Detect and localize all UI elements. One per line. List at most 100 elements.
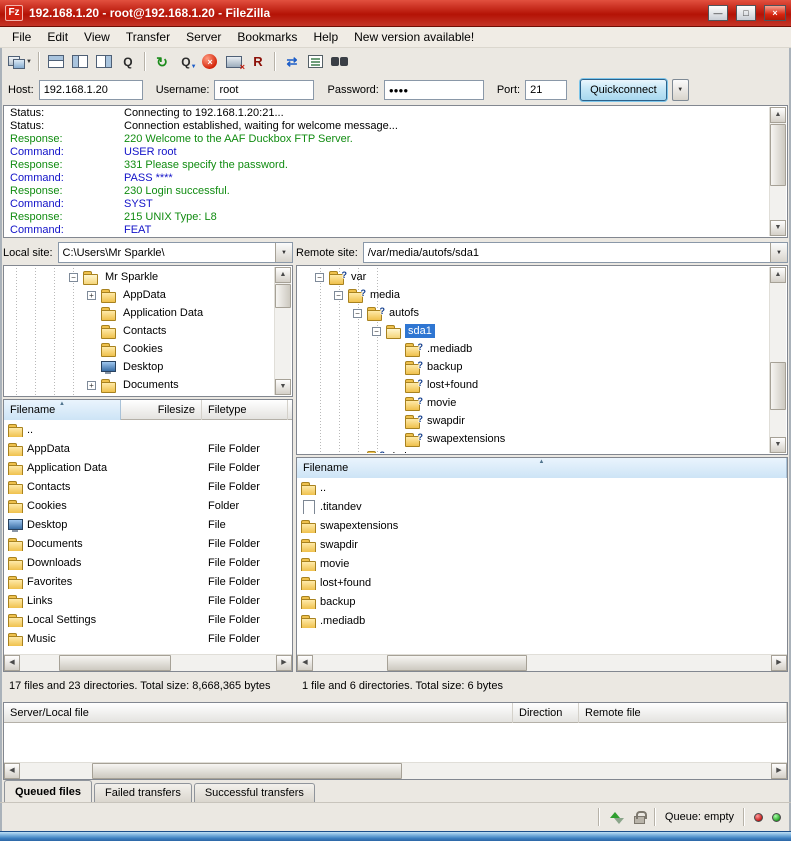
file-row-swapextensions[interactable]: swapextensions [297,516,787,535]
scroll-left-button[interactable]: ◀ [4,763,20,779]
scroll-thumb[interactable] [770,124,786,186]
collapse-icon[interactable]: − [353,309,362,318]
menu-item-file[interactable]: File [4,28,39,46]
file-row-cookies[interactable]: CookiesFolder [4,496,292,515]
username-input[interactable] [214,80,314,100]
maximize-button[interactable]: □ [736,5,756,21]
tree-item-backup[interactable]: ? backup [298,358,769,376]
tab-successful-transfers[interactable]: Successful transfers [194,783,315,802]
scroll-left-button[interactable]: ◀ [4,655,20,671]
scroll-down-button[interactable]: ▼ [275,379,291,395]
file-row-downloads[interactable]: DownloadsFile Folder [4,553,292,572]
file-row-contacts[interactable]: ContactsFile Folder [4,477,292,496]
file-row-documents[interactable]: DocumentsFile Folder [4,534,292,553]
speed-limit-icon[interactable] [609,811,625,824]
tree-item-lost-found[interactable]: ? lost+found [298,376,769,394]
file-row-desktop[interactable]: DesktopFile [4,515,292,534]
scroll-up-button[interactable]: ▲ [275,267,291,283]
tree-item-sda1[interactable]: − sda1 [298,322,769,340]
site-manager-button[interactable]: ▼ [6,50,34,73]
cancel-operation-button[interactable]: × [198,50,222,73]
tree-item-downloads[interactable]: Downloads [5,394,274,395]
scroll-right-button[interactable]: ▶ [276,655,292,671]
scroll-right-button[interactable]: ▶ [771,655,787,671]
scroll-down-button[interactable]: ▼ [770,437,786,453]
column-header-filename[interactable]: Filename ▲ [297,458,787,478]
message-log-toggle-button[interactable] [44,50,68,73]
tree-item-swapextensions[interactable]: ? swapextensions [298,430,769,448]
local-tree-toggle-button[interactable] [68,50,92,73]
host-input[interactable] [39,80,143,100]
tree-item-autofs[interactable]: − ? autofs [298,304,769,322]
file-row-appdata[interactable]: AppDataFile Folder [4,439,292,458]
menu-item-help[interactable]: Help [305,28,346,46]
scroll-thumb[interactable] [387,655,527,671]
column-header-server-local-file[interactable]: Server/Local file [4,703,513,723]
remote-site-dropdown-button[interactable]: ▼ [770,243,787,262]
tree-item-application-data[interactable]: Application Data [5,304,274,322]
expand-icon[interactable]: + [87,291,96,300]
tree-item-desktop[interactable]: Desktop [5,358,274,376]
refresh-button[interactable]: ↻ [150,50,174,73]
menu-item-new-version[interactable]: New version available! [346,28,482,46]
file-row-music[interactable]: MusicFile Folder [4,629,292,648]
collapse-icon[interactable]: − [372,327,381,336]
file-row-titandev[interactable]: .titandev [297,497,787,516]
collapse-icon[interactable]: − [334,291,343,300]
quickconnect-dropdown-button[interactable]: ▼ [672,79,689,101]
log-scrollbar[interactable]: ▲ ▼ [769,107,786,236]
file-row-application-data[interactable]: Application DataFile Folder [4,458,292,477]
find-files-button[interactable] [328,50,352,73]
queue-view-toggle-button[interactable]: Q [116,50,140,73]
compare-directories-button[interactable]: ⇄ [280,50,304,73]
scroll-down-button[interactable]: ▼ [770,220,786,236]
quickconnect-button[interactable]: Quickconnect [580,79,667,101]
scroll-up-button[interactable]: ▲ [770,267,786,283]
tree-item-movie[interactable]: ? movie [298,394,769,412]
minimize-button[interactable]: — [708,5,728,21]
file-row-mediadb[interactable]: .mediadb [297,611,787,630]
menu-item-transfer[interactable]: Transfer [118,28,178,46]
tree-item-documents[interactable]: + Documents [5,376,274,394]
menu-item-view[interactable]: View [76,28,118,46]
collapse-icon[interactable]: − [315,273,324,282]
file-row-lost-found[interactable]: lost+found [297,573,787,592]
scroll-left-button[interactable]: ◀ [297,655,313,671]
remote-tree-scrollbar[interactable]: ▲ ▼ [769,267,786,453]
process-queue-button[interactable]: Q▼ [174,50,198,73]
tree-item-mediadb[interactable]: ? .mediadb [298,340,769,358]
tree-item-var[interactable]: − ? var [298,268,769,286]
local-site-dropdown-button[interactable]: ▼ [275,243,292,262]
file-row-favorites[interactable]: FavoritesFile Folder [4,572,292,591]
queue-hscrollbar[interactable]: ◀ ▶ [4,762,787,779]
menu-item-edit[interactable]: Edit [39,28,76,46]
scroll-right-button[interactable]: ▶ [771,763,787,779]
reconnect-button[interactable]: R [246,50,270,73]
tab-queued-files[interactable]: Queued files [4,780,92,802]
file-row-links[interactable]: LinksFile Folder [4,591,292,610]
tree-item-appdata[interactable]: + AppData [5,286,274,304]
disconnect-button[interactable]: × [222,50,246,73]
password-input[interactable] [384,80,484,100]
close-button[interactable]: × [764,5,786,21]
tab-failed-transfers[interactable]: Failed transfers [94,783,192,802]
tree-item-swapdir[interactable]: ? swapdir [298,412,769,430]
remote-tree-toggle-button[interactable] [92,50,116,73]
expand-icon[interactable]: + [87,381,96,390]
synchronized-browsing-button[interactable] [304,50,328,73]
column-header-filetype[interactable]: Filetype [202,400,288,420]
menu-item-server[interactable]: Server [178,28,229,46]
file-row-local-settings[interactable]: Local SettingsFile Folder [4,610,292,629]
scroll-up-button[interactable]: ▲ [770,107,786,123]
tree-item-media[interactable]: − ? media [298,286,769,304]
file-row-movie[interactable]: movie [297,554,787,573]
file-row-swapdir[interactable]: swapdir [297,535,787,554]
chevron-down-icon[interactable]: ▼ [26,59,32,65]
file-row-parent[interactable]: .. [4,420,292,439]
file-row-backup[interactable]: backup [297,592,787,611]
port-input[interactable] [525,80,567,100]
encryption-lock-icon[interactable] [634,816,645,824]
file-row-parent[interactable]: .. [297,478,787,497]
tree-item-cookies[interactable]: Cookies [5,340,274,358]
tree-item-dvd[interactable]: ? dvd [298,448,769,453]
